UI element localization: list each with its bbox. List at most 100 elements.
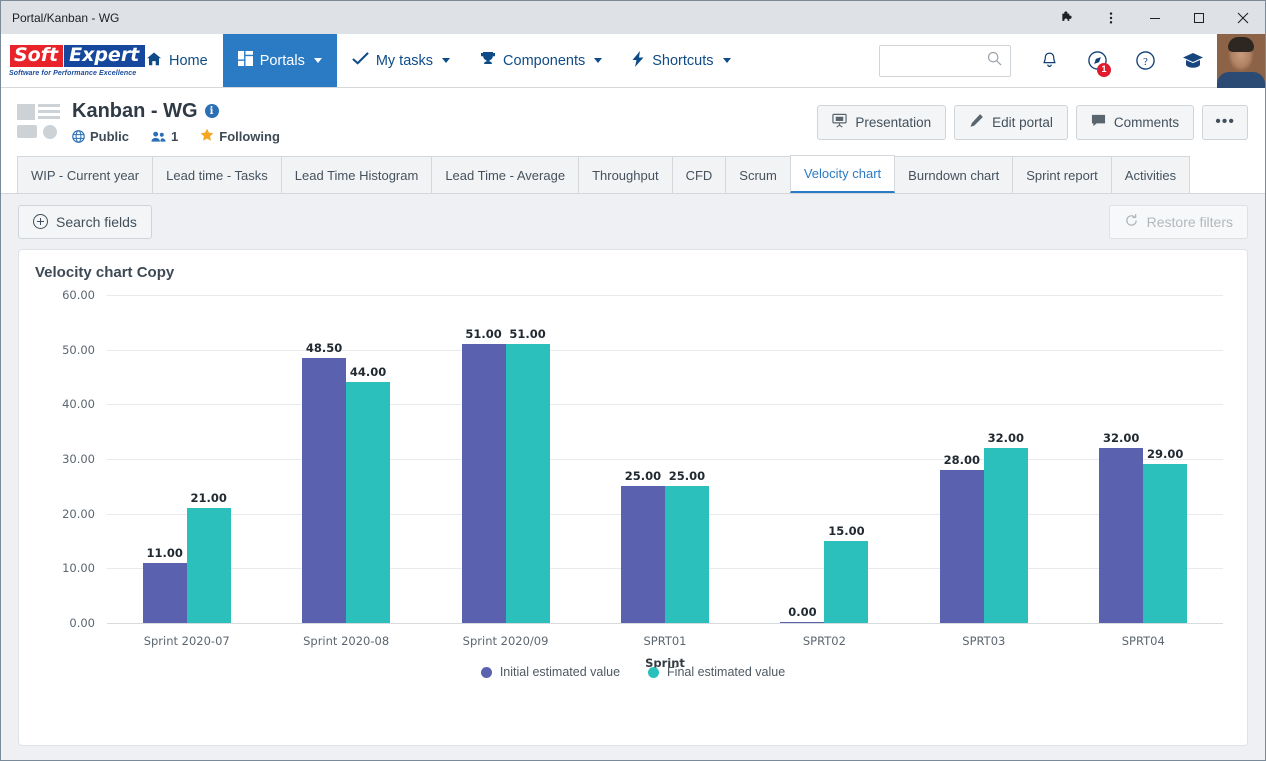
velocity-chart-card: Velocity chart Copy 0.00 10.00 20.00 30.00 4…: [18, 249, 1248, 746]
home-icon: [146, 51, 162, 71]
legend-color-swatch: [480, 666, 492, 678]
nav-item-portals[interactable]: Portals: [222, 34, 337, 87]
bar-value-label: 48.50: [305, 340, 343, 355]
nav-label-shortcuts: Shortcuts: [652, 52, 714, 69]
bar[interactable]: 21.00: [186, 491, 231, 623]
search-fields-button[interactable]: Search fields: [18, 204, 152, 239]
bar[interactable]: 28.00: [939, 453, 984, 623]
bar[interactable]: 25.00: [620, 469, 665, 623]
members-count[interactable]: 1: [151, 129, 178, 144]
portal-thumbnail-icon: [17, 102, 61, 142]
bar[interactable]: 51.00: [505, 327, 550, 623]
nav-item-my-tasks[interactable]: My tasks: [337, 34, 465, 87]
x-axis-tick: SPRT03: [962, 634, 1006, 648]
edit-portal-button[interactable]: Edit portal: [954, 104, 1068, 140]
nav-item-components[interactable]: Components: [465, 34, 617, 87]
nav-item-shortcuts[interactable]: Shortcuts: [617, 34, 745, 87]
puzzle-icon[interactable]: [1045, 1, 1089, 34]
globe-icon: [72, 129, 85, 143]
bar-fill: [939, 469, 984, 623]
bar-fill: [505, 344, 550, 623]
global-search[interactable]: [879, 44, 1011, 77]
y-axis-tick: 30.00: [62, 452, 95, 466]
tab-throughput[interactable]: Throughput: [578, 156, 673, 193]
bar[interactable]: 44.00: [346, 365, 391, 623]
presentation-button[interactable]: Presentation: [817, 104, 947, 140]
legend-item[interactable]: Final estimated value: [648, 665, 785, 679]
info-icon[interactable]: i: [204, 104, 219, 118]
close-button[interactable]: [1221, 1, 1265, 34]
trophy-icon: [480, 51, 496, 71]
check-icon: [352, 51, 369, 70]
tab-cfd[interactable]: CFD: [671, 156, 727, 193]
tab-lead-time-average[interactable]: Lead Time - Average: [431, 156, 580, 193]
bar[interactable]: 32.00: [1099, 431, 1144, 623]
nav-label-my-tasks: My tasks: [375, 52, 434, 69]
tab-lead-time-tasks[interactable]: Lead time - Tasks: [152, 156, 282, 193]
tab-velocity-chart[interactable]: Velocity chart: [789, 155, 896, 193]
kebab-menu-icon[interactable]: [1089, 1, 1133, 34]
maximize-button[interactable]: [1177, 1, 1221, 34]
bar-value-label: 0.00: [788, 605, 817, 620]
help-icon[interactable]: ?: [1121, 34, 1169, 88]
tab-lead-time-histogram[interactable]: Lead Time Histogram: [280, 156, 433, 193]
bar[interactable]: 32.00: [983, 431, 1028, 623]
bar-fill: [664, 486, 709, 623]
portal-actions: Presentation Edit portal Comments •••: [817, 104, 1248, 140]
bar-value-label: 32.00: [1103, 431, 1140, 446]
tab-burndown-chart[interactable]: Burndown chart: [894, 156, 1014, 193]
bar-fill: [302, 357, 347, 623]
bar-fill: [780, 622, 825, 623]
visibility-badge: Public: [72, 129, 129, 144]
bar[interactable]: 0.00: [780, 605, 825, 623]
compass-icon[interactable]: 1: [1073, 34, 1121, 88]
search-icon[interactable]: [987, 51, 1002, 71]
search-fields-label: Search fields: [56, 213, 137, 230]
users-icon: [151, 130, 166, 143]
bar-fill: [824, 541, 869, 623]
portal-meta: Public 1 Following: [72, 128, 280, 145]
notification-badge: 1: [1097, 62, 1111, 77]
refresh-icon: [1124, 213, 1139, 231]
members-count-label: 1: [171, 128, 179, 144]
legend-item[interactable]: Initial estimated value: [480, 665, 620, 679]
bar-value-label: 32.00: [987, 431, 1025, 446]
search-input[interactable]: [888, 52, 987, 69]
nav-item-home[interactable]: Home: [131, 34, 223, 87]
comment-icon: [1091, 113, 1106, 131]
x-axis-tick: Sprint 2020/09: [462, 634, 549, 648]
chart-plot-area: 0.00 10.00 20.00 30.00 40.00 50.00 60.00 11.00…: [62, 288, 1223, 670]
bell-icon[interactable]: [1025, 34, 1073, 88]
comments-button[interactable]: Comments: [1075, 104, 1195, 140]
bar[interactable]: 11.00: [142, 546, 187, 623]
presentation-label: Presentation: [855, 114, 932, 130]
bar[interactable]: 48.50: [302, 341, 347, 623]
bar-value-label: 25.00: [668, 469, 706, 484]
bar-group: 48.50 44.00 Sprint 2020-08: [266, 295, 425, 648]
nav-items: Home Portals My tasks Components Shortcu…: [131, 34, 746, 87]
softexpert-logo[interactable]: Soft Expert Software for Performance Exce…: [1, 34, 147, 87]
restore-filters-button[interactable]: Restore filters: [1108, 204, 1248, 239]
comments-label: Comments: [1113, 114, 1180, 130]
following-label: Following: [219, 128, 280, 144]
bar-value-label: 15.00: [828, 524, 865, 538]
bar[interactable]: 51.00: [461, 327, 506, 623]
more-options-button[interactable]: •••: [1202, 104, 1248, 140]
user-avatar[interactable]: [1217, 33, 1265, 88]
bar[interactable]: 29.00: [1143, 447, 1188, 623]
bar-fill: [620, 486, 665, 623]
legend-color-swatch: [648, 666, 660, 678]
minimize-button[interactable]: [1133, 1, 1177, 34]
tab-scrum[interactable]: Scrum: [725, 156, 791, 193]
tab-wip-current-year[interactable]: WIP - Current year: [17, 156, 154, 193]
bar-value-label: 11.00: [146, 545, 183, 560]
tab-sprint-report[interactable]: Sprint report: [1012, 156, 1112, 193]
chevron-down-icon: [594, 58, 603, 63]
filter-bar: Search fields Restore filters: [1, 194, 1265, 249]
following-toggle[interactable]: Following: [200, 128, 280, 145]
tab-activities[interactable]: Activities: [1110, 156, 1191, 193]
bar[interactable]: 25.00: [664, 469, 709, 623]
bar[interactable]: 15.00: [824, 524, 869, 623]
x-axis-tick: Sprint 2020-08: [303, 634, 390, 648]
academy-icon[interactable]: [1169, 34, 1217, 88]
